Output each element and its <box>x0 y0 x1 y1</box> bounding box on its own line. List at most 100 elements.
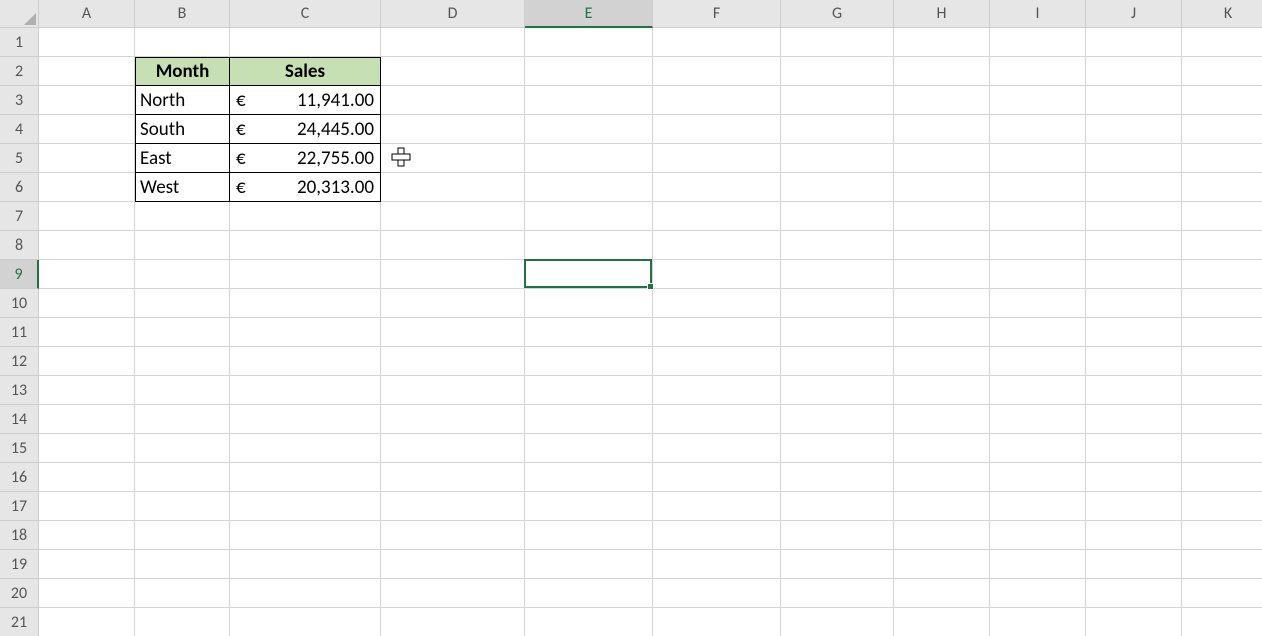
cell-K6[interactable] <box>1182 173 1262 202</box>
cell-I5[interactable] <box>990 144 1086 173</box>
cell-G11[interactable] <box>781 318 894 347</box>
cell-H14[interactable] <box>894 405 990 434</box>
cell-D2[interactable] <box>381 57 525 86</box>
cell-E10[interactable] <box>525 289 653 318</box>
cell-J17[interactable] <box>1086 492 1182 521</box>
cell-E8[interactable] <box>525 231 653 260</box>
cell-B13[interactable] <box>135 376 230 405</box>
row-header-8[interactable]: 8 <box>0 231 39 260</box>
cell-E19[interactable] <box>525 550 653 579</box>
cell-J6[interactable] <box>1086 173 1182 202</box>
cell-I12[interactable] <box>990 347 1086 376</box>
cell-A10[interactable] <box>39 289 135 318</box>
row-header-10[interactable]: 10 <box>0 289 39 318</box>
cell-D10[interactable] <box>381 289 525 318</box>
cell-B6[interactable]: West <box>135 173 230 202</box>
cell-G15[interactable] <box>781 434 894 463</box>
cell-J7[interactable] <box>1086 202 1182 231</box>
cell-E13[interactable] <box>525 376 653 405</box>
cell-D19[interactable] <box>381 550 525 579</box>
cell-K17[interactable] <box>1182 492 1262 521</box>
cell-E20[interactable] <box>525 579 653 608</box>
cell-F17[interactable] <box>653 492 781 521</box>
cell-H16[interactable] <box>894 463 990 492</box>
cell-I2[interactable] <box>990 57 1086 86</box>
cell-J1[interactable] <box>1086 28 1182 57</box>
cell-I15[interactable] <box>990 434 1086 463</box>
cell-I1[interactable] <box>990 28 1086 57</box>
cell-D5[interactable] <box>381 144 525 173</box>
cell-K13[interactable] <box>1182 376 1262 405</box>
cell-A6[interactable] <box>39 173 135 202</box>
cell-A12[interactable] <box>39 347 135 376</box>
row-header-11[interactable]: 11 <box>0 318 39 347</box>
cell-H4[interactable] <box>894 115 990 144</box>
cell-C9[interactable] <box>230 260 381 289</box>
cell-F7[interactable] <box>653 202 781 231</box>
row-header-4[interactable]: 4 <box>0 115 39 144</box>
cell-C4[interactable]: €24,445.00 <box>230 115 381 144</box>
cell-I16[interactable] <box>990 463 1086 492</box>
cell-K10[interactable] <box>1182 289 1262 318</box>
cell-D9[interactable] <box>381 260 525 289</box>
cell-E1[interactable] <box>525 28 653 57</box>
cell-C19[interactable] <box>230 550 381 579</box>
cell-J4[interactable] <box>1086 115 1182 144</box>
cell-H19[interactable] <box>894 550 990 579</box>
row-header-17[interactable]: 17 <box>0 492 39 521</box>
cell-F15[interactable] <box>653 434 781 463</box>
cell-A19[interactable] <box>39 550 135 579</box>
cell-E4[interactable] <box>525 115 653 144</box>
cell-J14[interactable] <box>1086 405 1182 434</box>
cell-B17[interactable] <box>135 492 230 521</box>
cell-I13[interactable] <box>990 376 1086 405</box>
cell-H10[interactable] <box>894 289 990 318</box>
cell-B3[interactable]: North <box>135 86 230 115</box>
cell-C10[interactable] <box>230 289 381 318</box>
cell-E15[interactable] <box>525 434 653 463</box>
cell-I18[interactable] <box>990 521 1086 550</box>
cell-G7[interactable] <box>781 202 894 231</box>
cell-D16[interactable] <box>381 463 525 492</box>
cell-G12[interactable] <box>781 347 894 376</box>
row-header-14[interactable]: 14 <box>0 405 39 434</box>
cell-F10[interactable] <box>653 289 781 318</box>
cell-F6[interactable] <box>653 173 781 202</box>
row-header-13[interactable]: 13 <box>0 376 39 405</box>
cell-H6[interactable] <box>894 173 990 202</box>
cell-A20[interactable] <box>39 579 135 608</box>
cell-E5[interactable] <box>525 144 653 173</box>
cell-C8[interactable] <box>230 231 381 260</box>
column-header-K[interactable]: K <box>1182 0 1262 28</box>
cell-J3[interactable] <box>1086 86 1182 115</box>
cell-A17[interactable] <box>39 492 135 521</box>
cell-B16[interactable] <box>135 463 230 492</box>
cell-E3[interactable] <box>525 86 653 115</box>
cell-I20[interactable] <box>990 579 1086 608</box>
cell-A2[interactable] <box>39 57 135 86</box>
cell-G2[interactable] <box>781 57 894 86</box>
cell-C2[interactable]: Sales <box>230 57 381 86</box>
cell-C3[interactable]: €11,941.00 <box>230 86 381 115</box>
row-header-16[interactable]: 16 <box>0 463 39 492</box>
cell-D18[interactable] <box>381 521 525 550</box>
cell-G20[interactable] <box>781 579 894 608</box>
cell-B14[interactable] <box>135 405 230 434</box>
cell-D13[interactable] <box>381 376 525 405</box>
cell-C7[interactable] <box>230 202 381 231</box>
column-header-F[interactable]: F <box>653 0 781 28</box>
column-header-D[interactable]: D <box>381 0 525 28</box>
cell-G10[interactable] <box>781 289 894 318</box>
cell-B8[interactable] <box>135 231 230 260</box>
cell-D12[interactable] <box>381 347 525 376</box>
cell-G4[interactable] <box>781 115 894 144</box>
cell-G14[interactable] <box>781 405 894 434</box>
cell-E21[interactable] <box>525 608 653 636</box>
cell-E6[interactable] <box>525 173 653 202</box>
cell-H2[interactable] <box>894 57 990 86</box>
cell-F5[interactable] <box>653 144 781 173</box>
cell-C5[interactable]: €22,755.00 <box>230 144 381 173</box>
cell-E16[interactable] <box>525 463 653 492</box>
cell-B11[interactable] <box>135 318 230 347</box>
cell-A1[interactable] <box>39 28 135 57</box>
